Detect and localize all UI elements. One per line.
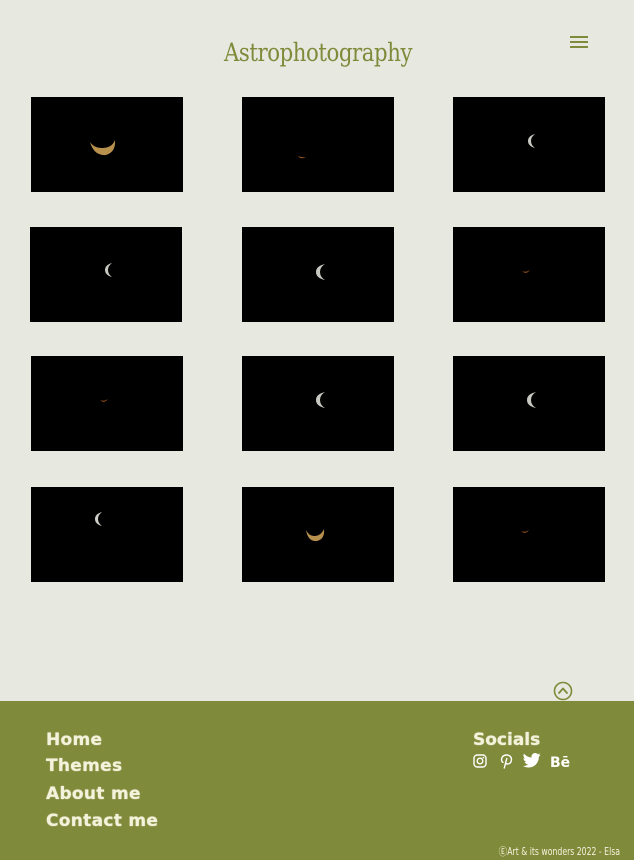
socials-title: Socials [473, 730, 541, 750]
gallery-photo[interactable] [30, 227, 182, 322]
gallery-photo[interactable] [242, 487, 394, 582]
footer: Home Themes About me Contact me Socials … [0, 701, 634, 860]
moon-image [100, 399, 108, 402]
hamburger-icon [570, 36, 588, 38]
moon-image [522, 270, 530, 273]
moon-image [316, 392, 325, 408]
moon-image [298, 156, 306, 159]
moon-image [527, 392, 536, 408]
moon-image [90, 140, 116, 156]
moon-image [95, 512, 102, 526]
gallery-photo[interactable] [242, 227, 394, 322]
site-title: Astrophotography [223, 38, 413, 67]
pinterest-icon[interactable] [500, 754, 513, 769]
copyright-text: ⒺArt & its wonders 2022 - Elsa [498, 846, 620, 858]
gallery-photo[interactable] [453, 227, 605, 322]
gallery-photo[interactable] [453, 487, 605, 582]
gallery-photo[interactable] [242, 356, 394, 451]
instagram-icon[interactable] [473, 754, 487, 768]
gallery-photo[interactable] [453, 97, 605, 192]
moon-image [316, 264, 325, 280]
gallery-photo[interactable] [453, 356, 605, 451]
gallery-photo[interactable] [31, 356, 183, 451]
moon-image [521, 530, 529, 533]
back-to-top-button[interactable] [553, 681, 573, 701]
footer-link-contact[interactable]: Contact me [46, 811, 158, 831]
gallery-photo[interactable] [31, 487, 183, 582]
moon-image [306, 529, 325, 542]
menu-button[interactable] [568, 34, 592, 50]
footer-link-home[interactable]: Home [46, 730, 102, 750]
twitter-icon[interactable] [523, 753, 541, 768]
moon-image [105, 263, 112, 277]
gallery-photo[interactable] [242, 97, 394, 192]
gallery-photo[interactable] [31, 97, 183, 192]
moon-image [528, 134, 535, 148]
footer-link-themes[interactable]: Themes [46, 756, 122, 776]
behance-icon[interactable]: Bē [550, 755, 570, 771]
footer-link-about[interactable]: About me [46, 784, 141, 804]
